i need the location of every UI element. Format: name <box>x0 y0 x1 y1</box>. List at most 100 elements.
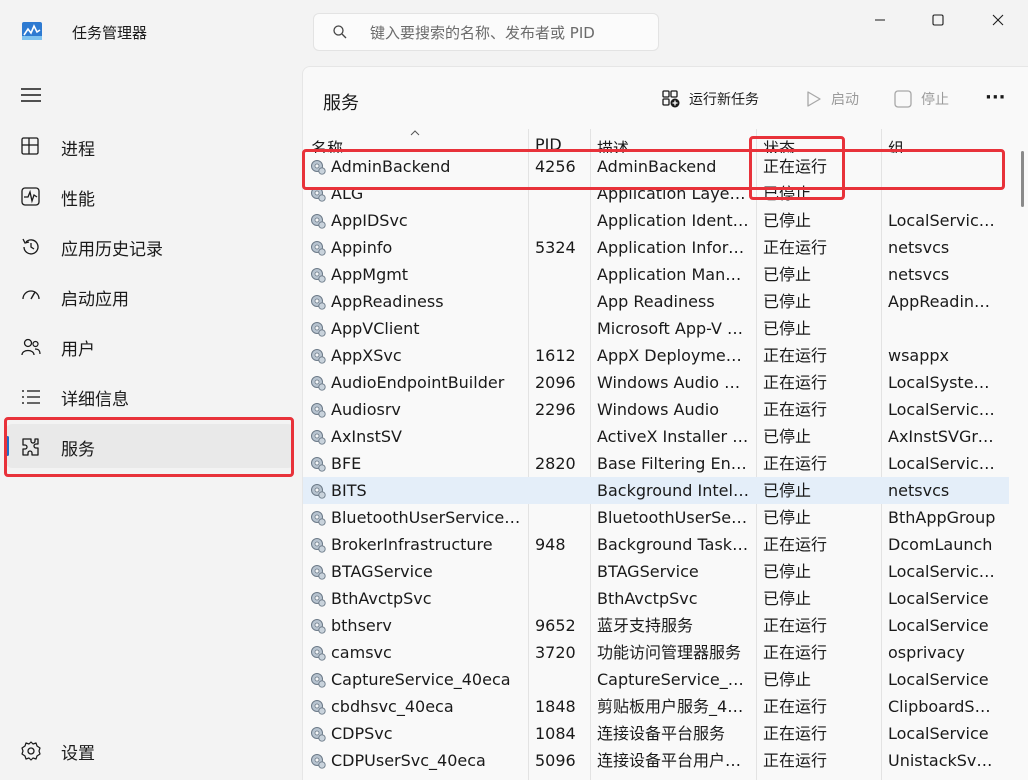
table-row[interactable]: ALG Application Layer Gateway Service 已停止 <box>303 180 1009 207</box>
more-options-button[interactable]: ··· <box>985 83 1006 111</box>
cell-status: 已停止 <box>763 562 812 581</box>
table-row[interactable]: bthserv 9652 蓝牙支持服务 正在运行 LocalService <box>303 612 1009 639</box>
cell-status: 已停止 <box>763 508 812 527</box>
column-header-description[interactable]: 描述 <box>597 135 629 153</box>
cell-status: 正在运行 <box>763 373 828 392</box>
table-row[interactable]: camsvc 3720 功能访问管理器服务 正在运行 osprivacy <box>303 639 1009 666</box>
app-title: 任务管理器 <box>72 24 148 42</box>
cell-name: BrokerInfrastructure <box>331 535 493 554</box>
table-row[interactable]: AppMgmt Application Management 已停止 netsvcs <box>303 261 1009 288</box>
start-service-button[interactable]: 启动 <box>803 85 859 113</box>
cell-name: cbdhsvc_40eca <box>331 697 454 716</box>
cell-status: 已停止 <box>763 481 812 500</box>
cell-description: Microsoft App-V Client <box>597 319 749 338</box>
cell-status: 正在运行 <box>763 724 828 743</box>
cell-pid <box>535 291 587 313</box>
table-row[interactable]: cbdhsvc_40eca 1848 剪贴板用户服务_40eca 正在运行 Clipbo… <box>303 693 1009 720</box>
sidebar-item-settings[interactable]: 设置 <box>6 728 294 772</box>
table-row[interactable]: BITS Background Intelligent Transfer Serv… <box>303 477 1009 504</box>
table-row[interactable]: BFE 2820 Base Filtering Engine 正在运行 LocalSer… <box>303 450 1009 477</box>
service-gear-icon <box>311 376 326 391</box>
service-gear-icon <box>311 700 326 715</box>
cell-name: AxInstSV <box>331 427 402 446</box>
sidebar-item-performance[interactable]: 性能 <box>6 174 294 218</box>
service-gear-icon <box>311 268 326 283</box>
stop-service-button[interactable]: 停止 <box>893 85 949 113</box>
cell-name: AppIDSvc <box>331 211 408 230</box>
cell-name: Appinfo <box>331 238 393 257</box>
service-gear-icon <box>311 565 326 580</box>
services-icon <box>22 438 39 456</box>
cell-name: camsvc <box>331 643 392 662</box>
cell-status: 正在运行 <box>763 751 828 770</box>
cell-pid: 5324 <box>535 238 576 257</box>
cell-group: netsvcs <box>888 265 950 284</box>
column-header-name[interactable]: 名称 <box>311 135 343 153</box>
cell-description: Windows Audio Endpoint Builder <box>597 373 749 392</box>
table-row[interactable]: AppIDSvc Application Identity 已停止 LocalServ… <box>303 207 1009 234</box>
table-row[interactable]: AdminBackend 4256 AdminBackend 正在运行 <box>303 153 1009 180</box>
cell-description: AdminBackend <box>597 157 717 176</box>
column-header-status[interactable]: 状态 <box>763 135 795 153</box>
cell-pid <box>535 264 587 286</box>
table-row[interactable]: AppVClient Microsoft App-V Client 已停止 <box>303 315 1009 342</box>
table-row[interactable]: AppXSvc 1612 AppX Deployment Service 正在运行 ws… <box>303 342 1009 369</box>
table-row[interactable]: AudioEndpointBuilder 2096 Windows Audio En… <box>303 369 1009 396</box>
minimize-button[interactable] <box>850 0 910 40</box>
sidebar-item-services[interactable]: 服务 <box>6 424 294 468</box>
cell-pid <box>535 480 587 502</box>
cell-description: 剪贴板用户服务_40eca <box>597 697 749 716</box>
table-row[interactable]: CDPUserSvc_40eca 5096 连接设备平台用户服务_40eca 正在运行… <box>303 747 1009 774</box>
sidebar-item-startup-apps[interactable]: 启动应用 <box>6 274 294 318</box>
sidebar-item-processes[interactable]: 进程 <box>6 124 294 168</box>
sidebar-item-app-history[interactable]: 应用历史记录 <box>6 224 294 268</box>
column-header-group[interactable]: 组 <box>888 135 904 153</box>
table-row[interactable]: Audiosrv 2296 Windows Audio 正在运行 LocalServic… <box>303 396 1009 423</box>
play-icon <box>807 91 821 107</box>
vertical-scrollbar[interactable] <box>1021 151 1024 207</box>
table-row[interactable]: BrokerInfrastructure 948 Background Tasks … <box>303 531 1009 558</box>
cell-status: 正在运行 <box>763 454 828 473</box>
cell-group: ClipboardSvcGroup <box>888 697 998 716</box>
table-row[interactable]: Appinfo 5324 Application Information 正在运行 ne… <box>303 234 1009 261</box>
table-row[interactable]: CaptureService_40eca CaptureService_40eca… <box>303 666 1009 693</box>
service-gear-icon <box>311 322 326 337</box>
sidebar-item-label: 服务 <box>61 440 95 460</box>
search-input[interactable] <box>370 21 650 45</box>
search-box[interactable] <box>313 13 659 51</box>
sidebar-item-users[interactable]: 用户 <box>6 324 294 368</box>
maximize-button[interactable] <box>908 0 968 40</box>
service-gear-icon <box>311 619 326 634</box>
task-manager-logo-icon <box>22 22 42 40</box>
sidebar-item-details[interactable]: 详细信息 <box>6 374 294 418</box>
cell-pid: 1084 <box>535 724 576 743</box>
cell-name: BluetoothUserService_40eca <box>331 508 521 527</box>
table-row[interactable]: CDPSvc 1084 连接设备平台服务 正在运行 LocalService <box>303 720 1009 747</box>
stop-service-label: 停止 <box>921 92 949 108</box>
cell-description: ActiveX Installer (AxInstSV) <box>597 427 749 446</box>
close-button[interactable] <box>968 0 1028 40</box>
table-row[interactable]: AppReadiness App Readiness 已停止 AppReadiness <box>303 288 1009 315</box>
table-row[interactable]: BTAGService BTAGService 已停止 LocalServiceNet… <box>303 558 1009 585</box>
table-row[interactable]: BthAvctpSvc BthAvctpSvc 已停止 LocalService <box>303 585 1009 612</box>
cell-group: LocalServiceNetworkRestricted <box>888 400 998 419</box>
cell-pid: 2096 <box>535 373 576 392</box>
service-gear-icon <box>311 160 326 175</box>
run-new-task-button[interactable]: 运行新任务 <box>661 85 759 113</box>
run-new-task-icon <box>662 90 680 108</box>
sidebar-item-label: 性能 <box>61 190 95 210</box>
table-row[interactable]: AxInstSV ActiveX Installer (AxInstSV) 已停止 A… <box>303 423 1009 450</box>
cell-description: Application Management <box>597 265 749 284</box>
cell-group: UnistackSvcGroup <box>888 751 998 770</box>
cell-description: 连接设备平台用户服务_40eca <box>597 751 749 770</box>
cell-group: LocalService <box>888 589 989 608</box>
cell-pid <box>535 210 587 232</box>
hamburger-menu-icon[interactable] <box>20 86 42 104</box>
cell-description: 连接设备平台服务 <box>597 724 726 743</box>
column-header-pid[interactable]: PID <box>535 135 562 153</box>
cell-status: 正在运行 <box>763 697 828 716</box>
cell-group <box>888 183 998 205</box>
table-row[interactable]: BluetoothUserService_40eca BluetoothUserS… <box>303 504 1009 531</box>
cell-group: wsappx <box>888 346 950 365</box>
cell-status: 正在运行 <box>763 238 828 257</box>
